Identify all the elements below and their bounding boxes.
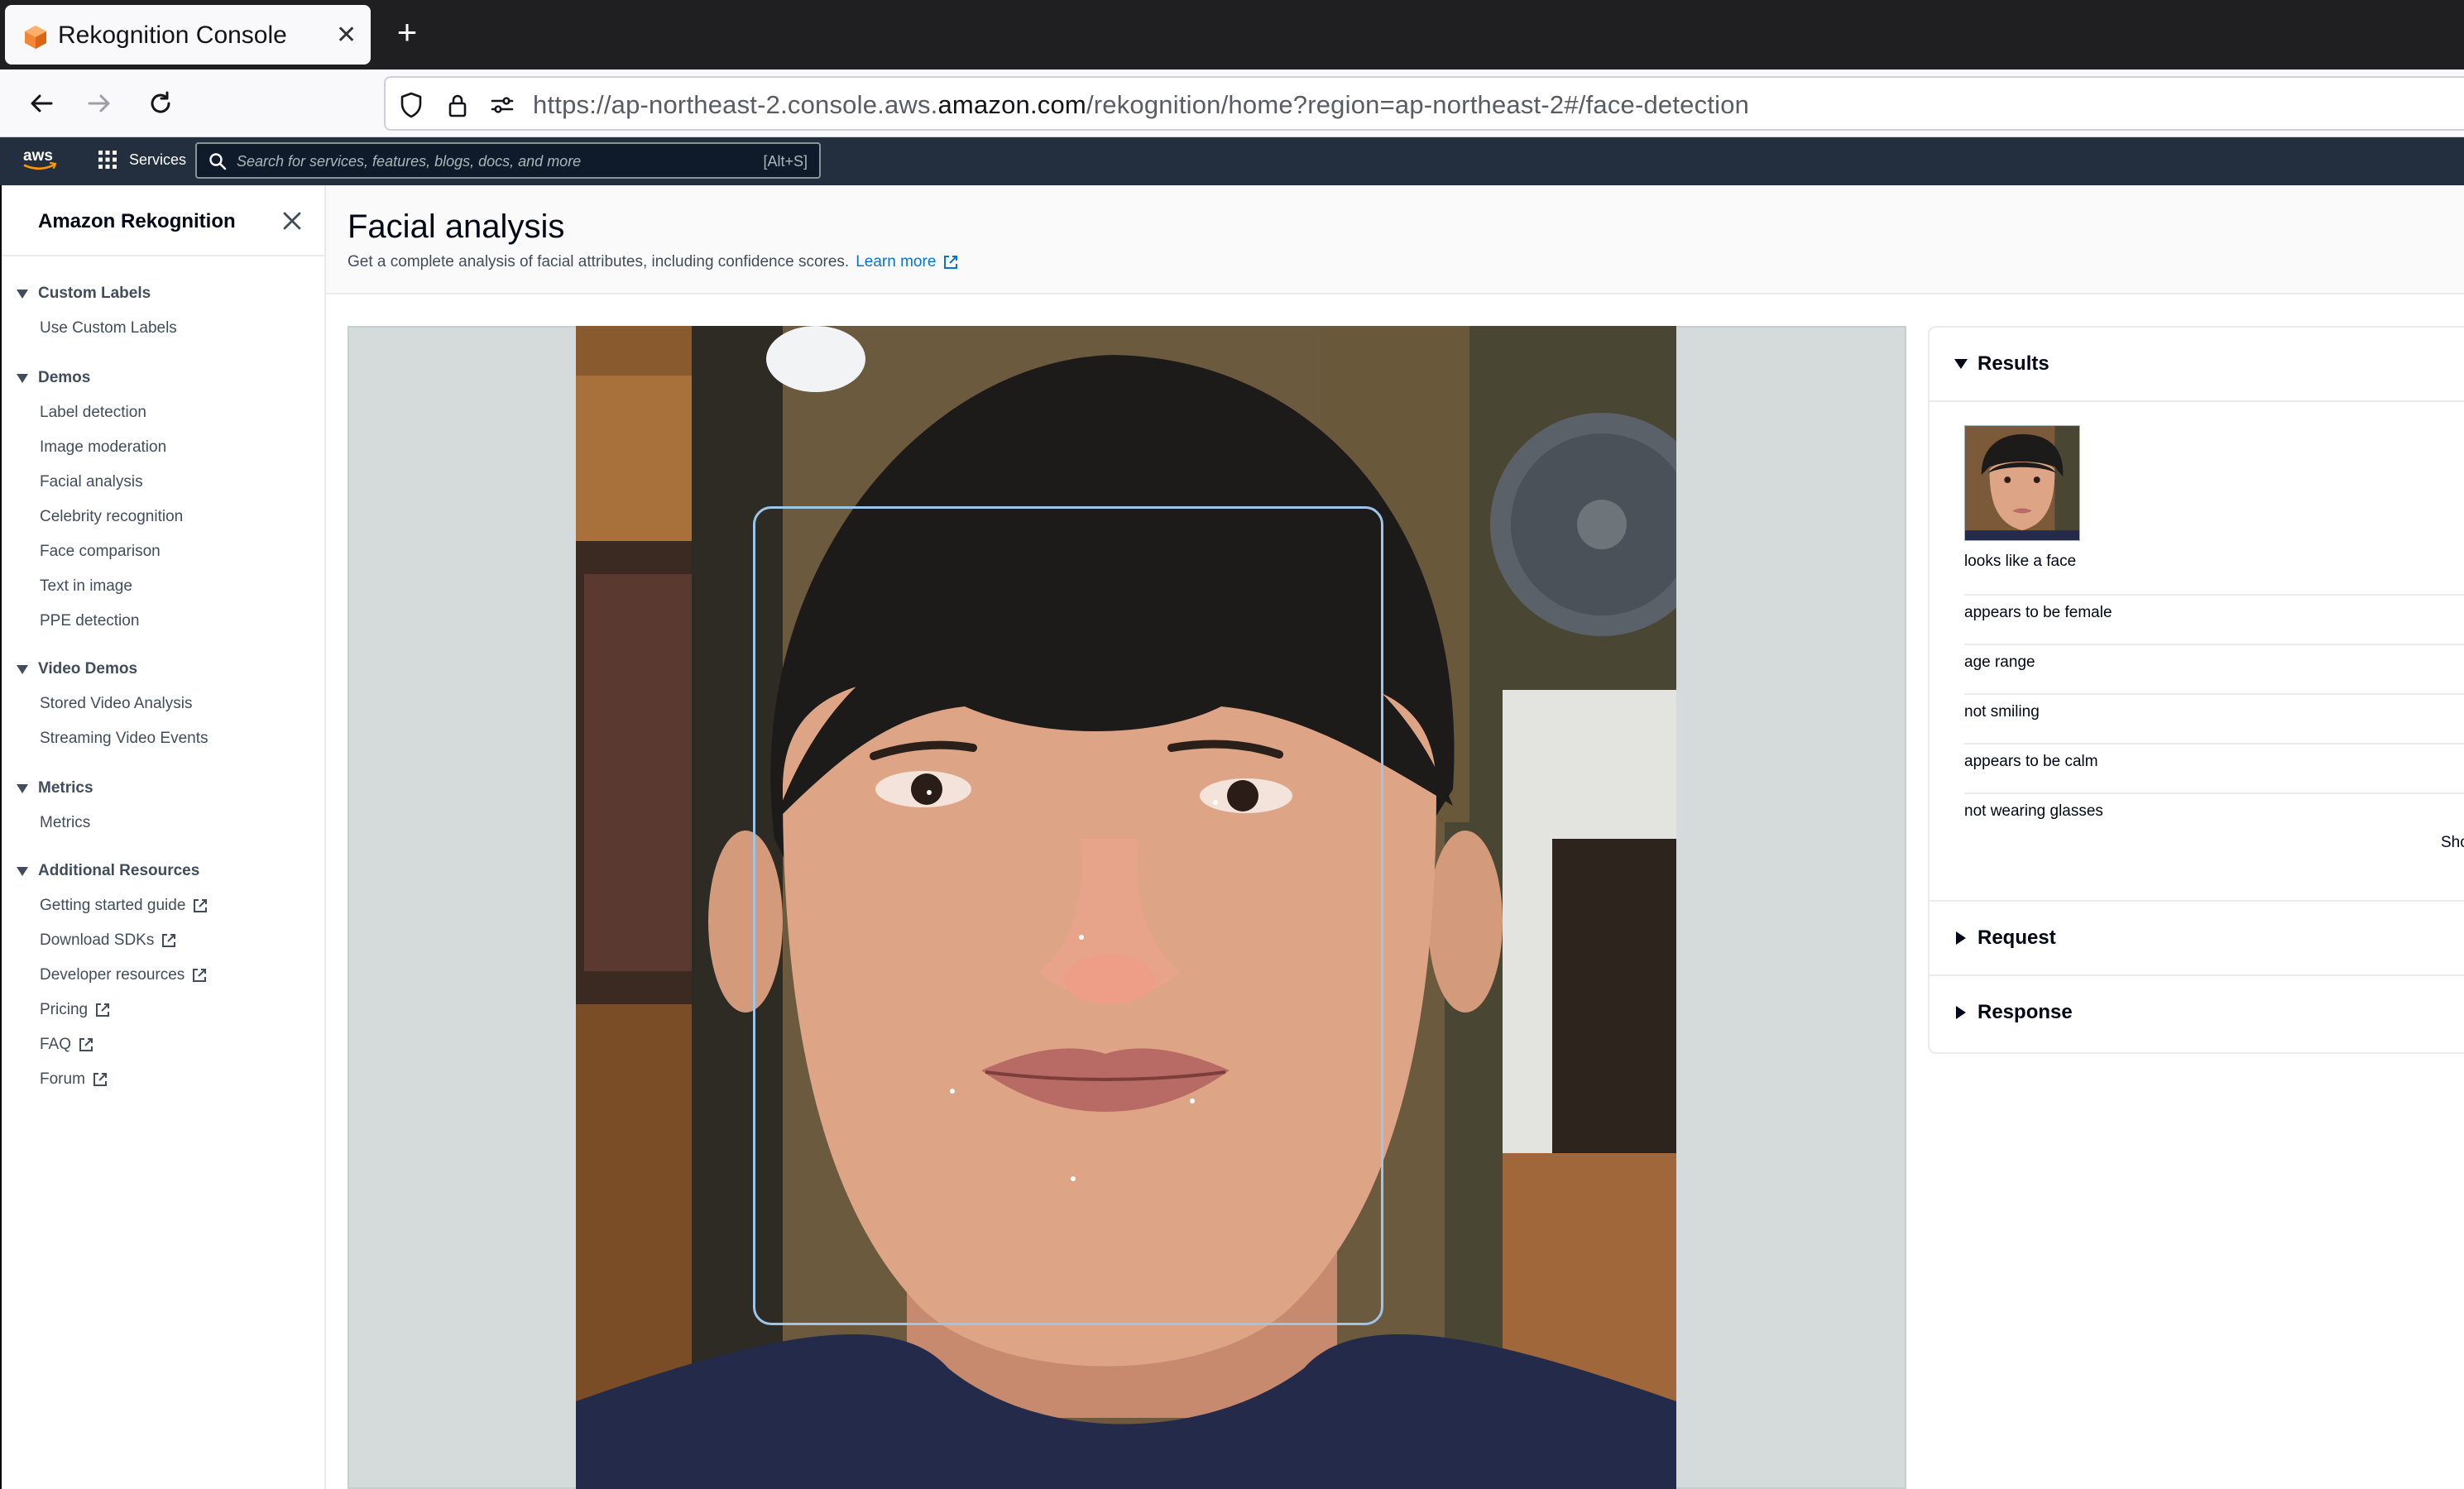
request-section-toggle[interactable]: Request bbox=[1929, 902, 2464, 974]
sidebar-item-ppe-detection[interactable]: PPE detection bbox=[40, 612, 139, 630]
sidebar-section-video-demos[interactable]: Video Demos bbox=[17, 660, 137, 678]
page-header: Facial analysis Get a complete analysis … bbox=[326, 185, 2464, 294]
sidebar-item-stored-video-analysis[interactable]: Stored Video Analysis bbox=[40, 695, 193, 713]
url-text[interactable]: https://ap-northeast-2.console.aws.amazo… bbox=[533, 90, 1749, 120]
learn-more-link[interactable]: Learn more bbox=[856, 253, 959, 271]
face-thumbnail bbox=[1964, 425, 2080, 541]
grid-icon bbox=[98, 151, 117, 169]
results-panel: Results looks like a face appears to be … bbox=[1928, 326, 2464, 1054]
search-placeholder: Search for services, features, blogs, do… bbox=[237, 153, 582, 170]
sidebar-section-demos[interactable]: Demos bbox=[17, 369, 90, 387]
forward-icon[interactable] bbox=[81, 85, 117, 122]
browser-nav-bar: https://ap-northeast-2.console.aws.amazo… bbox=[0, 69, 2464, 137]
browser-tab-bar: Rekognition Console ✕ + bbox=[0, 0, 2464, 69]
external-link-icon bbox=[193, 969, 207, 982]
sidebar-item-metrics[interactable]: Metrics bbox=[40, 814, 90, 832]
result-item: not wearing glasses bbox=[1964, 802, 2103, 820]
result-item: age range bbox=[1964, 645, 2464, 695]
sidebar-item-use-custom-labels[interactable]: Use Custom Labels bbox=[40, 319, 177, 338]
permissions-icon[interactable] bbox=[488, 91, 516, 119]
mouth-left-landmark bbox=[950, 1089, 955, 1094]
external-link-icon bbox=[79, 1038, 93, 1051]
request-label: Request bbox=[1977, 926, 2056, 949]
results-title: Results bbox=[1977, 352, 2049, 375]
external-link-icon bbox=[93, 1073, 107, 1086]
result-item: not smiling bbox=[1964, 695, 2464, 744]
close-icon[interactable] bbox=[280, 208, 304, 233]
sidebar-item-image-moderation[interactable]: Image moderation bbox=[40, 438, 166, 457]
lock-icon[interactable] bbox=[443, 91, 472, 119]
sidebar-item-streaming-video-events[interactable]: Streaming Video Events bbox=[40, 730, 209, 748]
caret-right-icon bbox=[1956, 931, 1966, 945]
browser-tab[interactable]: Rekognition Console ✕ bbox=[5, 5, 371, 65]
sidebar-item-facial-analysis[interactable]: Facial analysis bbox=[40, 473, 143, 491]
reload-icon[interactable] bbox=[142, 85, 179, 122]
search-icon bbox=[209, 153, 227, 170]
sidebar-item-getting-started-guide[interactable]: Getting started guide bbox=[40, 897, 209, 915]
response-label: Response bbox=[1977, 1001, 2073, 1023]
sidebar-item-faq[interactable]: FAQ bbox=[40, 1036, 94, 1054]
search-shortcut-hint: [Alt+S] bbox=[763, 153, 808, 170]
caret-down-icon bbox=[1954, 359, 1968, 369]
sidebar-section-custom-labels[interactable]: Custom Labels bbox=[17, 285, 151, 303]
right-eye-landmark bbox=[1213, 800, 1218, 805]
sidebar-item-forum[interactable]: Forum bbox=[40, 1070, 108, 1089]
sidebar-item-download-sdks[interactable]: Download SDKs bbox=[40, 931, 177, 950]
sidebar-item-developer-resources[interactable]: Developer resources bbox=[40, 966, 208, 984]
external-link-icon bbox=[96, 1003, 110, 1017]
chin-landmark bbox=[1071, 1176, 1076, 1181]
sidebar-title[interactable]: Amazon Rekognition bbox=[38, 210, 236, 233]
mouth-right-landmark bbox=[1190, 1099, 1195, 1104]
result-item: appears to be calm bbox=[1964, 744, 2464, 794]
caret-down-icon bbox=[17, 289, 28, 299]
caret-down-icon bbox=[17, 373, 28, 383]
sidebar-section-additional-resources[interactable]: Additional Resources bbox=[17, 862, 199, 880]
services-menu-button[interactable]: Services bbox=[98, 150, 186, 170]
sidebar-item-face-comparison[interactable]: Face comparison bbox=[40, 543, 161, 561]
external-link-icon bbox=[194, 899, 208, 912]
external-link-icon bbox=[944, 256, 958, 269]
sidebar-section-metrics[interactable]: Metrics bbox=[17, 779, 93, 797]
close-tab-icon[interactable]: ✕ bbox=[336, 23, 357, 48]
sidebar-item-pricing[interactable]: Pricing bbox=[40, 1001, 111, 1019]
new-tab-icon[interactable]: + bbox=[389, 15, 425, 51]
caret-right-icon bbox=[1956, 1006, 1966, 1019]
sidebar-item-text-in-image[interactable]: Text in image bbox=[40, 577, 132, 596]
page-title: Facial analysis bbox=[348, 208, 565, 245]
result-item: appears to be female bbox=[1964, 596, 2464, 645]
side-navigation: Amazon Rekognition Custom Labels Use Cus… bbox=[0, 185, 326, 1489]
services-label: Services bbox=[129, 151, 187, 168]
url-bar[interactable]: https://ap-northeast-2.console.aws.amazo… bbox=[384, 76, 2464, 131]
results-header[interactable]: Results bbox=[1929, 328, 2464, 402]
nose-landmark bbox=[1079, 935, 1084, 940]
back-icon[interactable] bbox=[23, 85, 60, 122]
sidebar-item-label-detection[interactable]: Label detection bbox=[40, 404, 146, 422]
svg-text:aws: aws bbox=[23, 147, 53, 165]
face-bounding-box bbox=[753, 506, 1383, 1325]
external-link-icon bbox=[162, 934, 176, 947]
aws-top-nav: aws Services Search for services, featur… bbox=[0, 137, 2464, 185]
show-more-link[interactable]: Sho bbox=[2441, 834, 2464, 852]
console-search-input[interactable]: Search for services, features, blogs, do… bbox=[195, 142, 821, 179]
rekognition-favicon-icon bbox=[25, 26, 46, 49]
left-eye-landmark bbox=[927, 790, 932, 795]
sidebar-divider bbox=[2, 255, 326, 256]
shield-icon[interactable] bbox=[397, 91, 425, 119]
caret-down-icon bbox=[17, 866, 28, 876]
sidebar-item-celebrity-recognition[interactable]: Celebrity recognition bbox=[40, 508, 183, 526]
aws-logo-icon[interactable]: aws bbox=[22, 146, 58, 174]
caret-down-icon bbox=[17, 783, 28, 793]
result-item: looks like a face bbox=[1964, 546, 2464, 596]
response-section-toggle[interactable]: Response bbox=[1929, 976, 2464, 1052]
caret-down-icon bbox=[17, 664, 28, 674]
tab-title: Rekognition Console bbox=[58, 22, 287, 49]
page-description: Get a complete analysis of facial attrib… bbox=[348, 253, 959, 271]
